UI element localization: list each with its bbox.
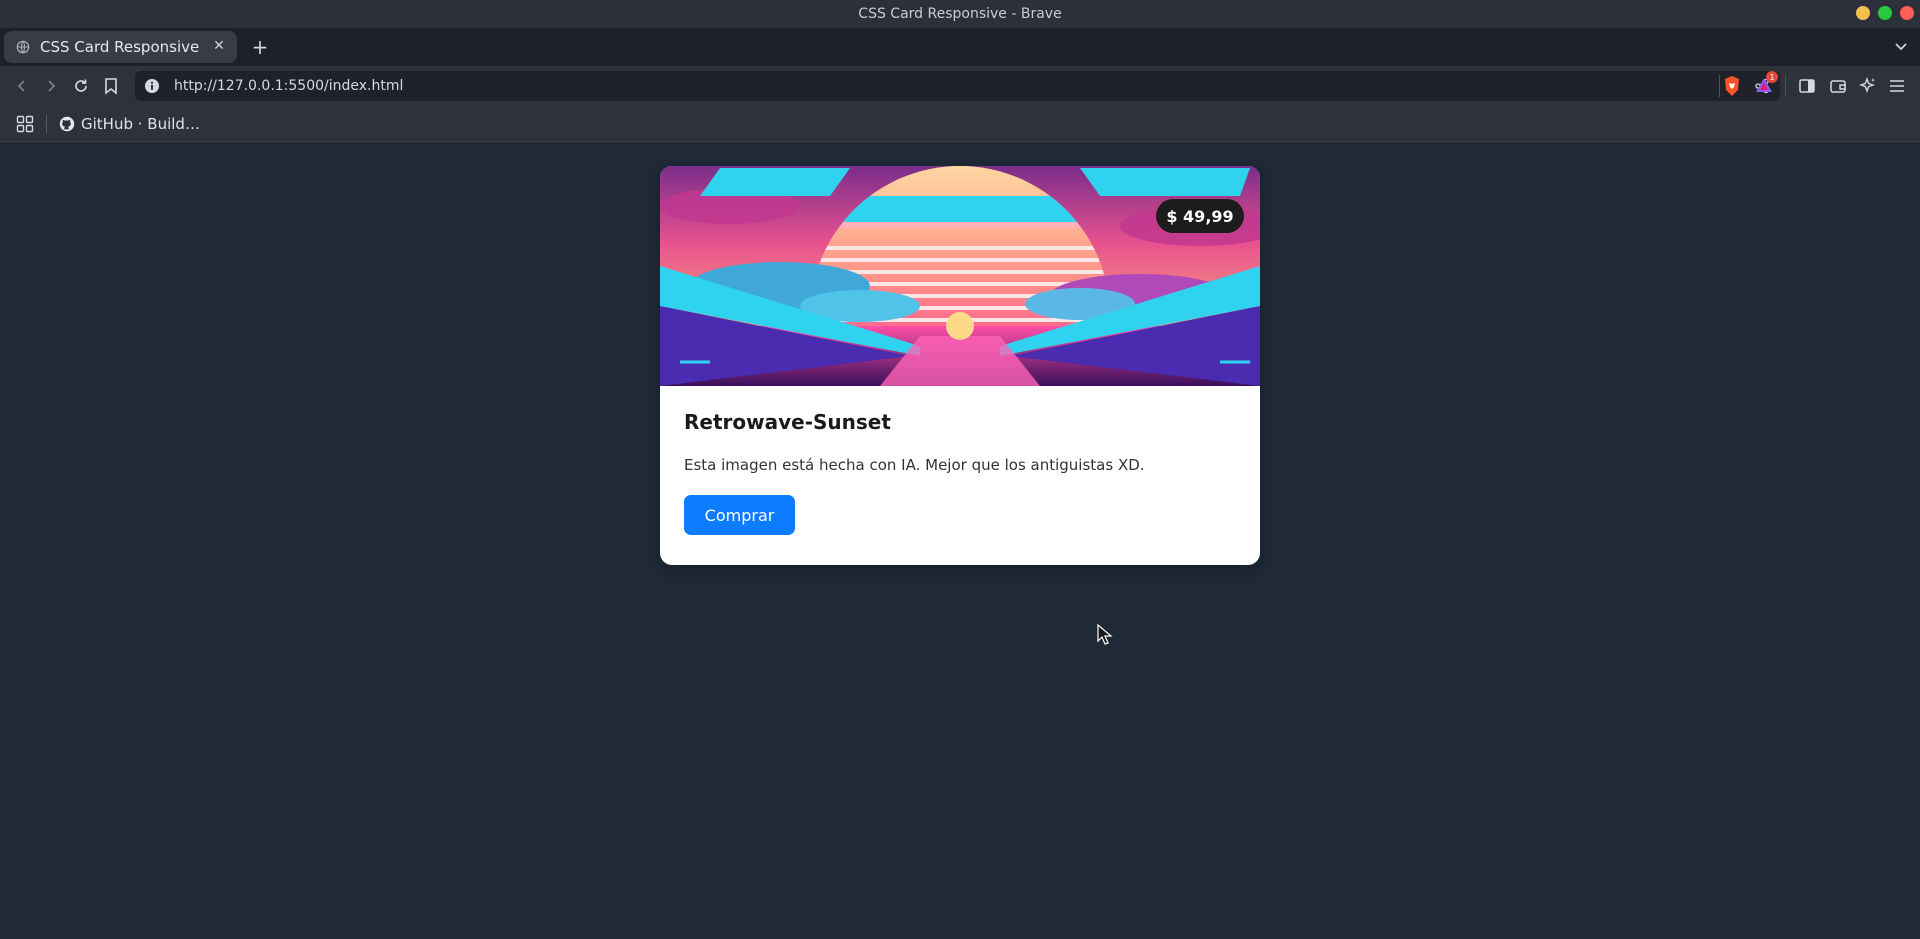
buy-button[interactable]: Comprar	[684, 495, 795, 535]
window-title: CSS Card Responsive - Brave	[858, 6, 1062, 22]
sidebar-icon[interactable]	[1798, 77, 1816, 95]
bookmark-icon	[105, 78, 117, 95]
brave-rewards-button[interactable]: 1	[1754, 71, 1778, 97]
tab-css-card-responsive[interactable]: CSS Card Responsive ✕	[4, 31, 237, 63]
browser-toolbar: http://127.0.0.1:5500/index.html 1	[0, 66, 1920, 106]
menu-icon[interactable]	[1888, 77, 1906, 95]
close-window-button[interactable]	[1900, 6, 1914, 20]
bookmark-button[interactable]	[101, 76, 121, 96]
close-tab-icon[interactable]: ✕	[211, 38, 227, 54]
apps-grid-icon[interactable]	[16, 115, 34, 133]
minimize-button[interactable]	[1856, 6, 1870, 20]
info-icon[interactable]	[144, 78, 160, 94]
brave-shield-icon[interactable]	[1722, 75, 1742, 97]
new-tab-button[interactable]: +	[249, 36, 271, 58]
card-title: Retrowave-Sunset	[684, 410, 891, 434]
toolbar-divider	[1719, 75, 1720, 97]
arrow-right-icon	[48, 80, 56, 92]
price-badge: $ 49,99	[1156, 199, 1244, 233]
url-text[interactable]: http://127.0.0.1:5500/index.html	[174, 78, 403, 94]
globe-icon	[16, 40, 30, 54]
mouse-cursor-icon	[1097, 624, 1113, 645]
product-card: $ 49,99 Retrowave-Sunset Esta imagen est…	[660, 166, 1260, 565]
page-viewport: $ 49,99 Retrowave-Sunset Esta imagen est…	[0, 142, 1920, 939]
rewards-badge: 1	[1766, 71, 1778, 83]
reload-icon	[75, 79, 87, 92]
tab-title: CSS Card Responsive	[40, 38, 200, 56]
github-icon	[59, 116, 75, 131]
chevron-down-icon[interactable]	[1892, 37, 1910, 55]
card-description: Esta imagen está hecha con IA. Mejor que…	[684, 456, 1145, 474]
bookmark-github[interactable]: GitHub · Build…	[59, 115, 200, 133]
leo-ai-icon[interactable]	[1858, 76, 1878, 96]
address-bar[interactable]: http://127.0.0.1:5500/index.html	[135, 71, 1780, 101]
forward-button[interactable]	[41, 76, 61, 96]
window-titlebar: CSS Card Responsive - Brave	[0, 0, 1920, 28]
bookmarks-divider	[46, 114, 47, 133]
tab-strip: CSS Card Responsive ✕ +	[0, 28, 1920, 66]
wallet-icon[interactable]	[1829, 77, 1847, 95]
reload-button[interactable]	[71, 76, 91, 96]
arrow-left-icon	[17, 80, 25, 92]
bookmark-label: GitHub · Build…	[81, 114, 200, 133]
toolbar-divider	[1785, 75, 1786, 97]
back-button[interactable]	[12, 76, 32, 96]
window-controls	[1856, 6, 1914, 20]
maximize-button[interactable]	[1878, 6, 1892, 20]
bookmarks-bar: GitHub · Build…	[0, 106, 1920, 142]
